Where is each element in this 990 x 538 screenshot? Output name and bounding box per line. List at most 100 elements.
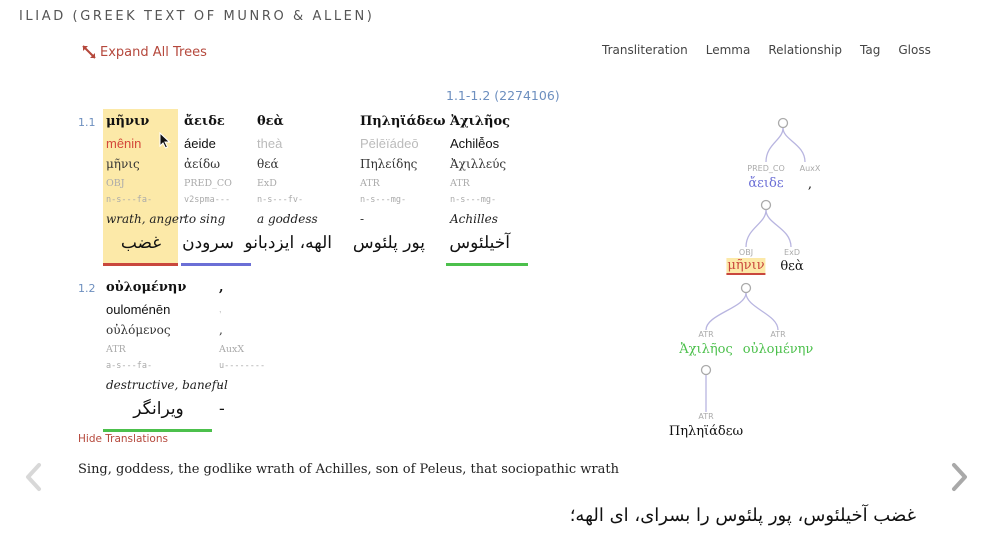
line-number[interactable]: 1.2 (78, 282, 96, 295)
lemma: μῆνις (106, 157, 140, 171)
english-translation: Sing, goddess, the godlike wrath of Achi… (78, 462, 619, 477)
alignment-underline-green (103, 429, 212, 432)
transliteration: theà (257, 136, 283, 151)
morph-tag: u-------- (219, 361, 266, 371)
tree-node (700, 364, 712, 376)
tree-label: AuxX (799, 164, 821, 173)
transliteration: ouloménēn (106, 302, 171, 317)
lemma: Πηλείδης (360, 157, 418, 171)
tree-node (760, 199, 772, 211)
transliteration: Achilê̄os (450, 136, 500, 151)
word-column[interactable]: Ἀχιλῆος Achilê̄os Ἀχιλλεύς ATR n-s---mg-… (449, 110, 522, 257)
greek-word[interactable]: , (219, 276, 291, 299)
transliteration: , (219, 304, 222, 314)
relationship: PRED_CO (184, 178, 232, 189)
farsi-translation: آخیلئوس (449, 233, 510, 253)
morph-tag: n-s---mg- (360, 195, 407, 205)
root-node (777, 117, 789, 129)
gloss: - (219, 378, 224, 392)
word-column[interactable]: θεὰ theà θεά ExD n-s---fv- a goddess اله… (244, 110, 332, 257)
farsi-translation: پور پلئوس (352, 233, 425, 253)
toggle-tag[interactable]: Tag (860, 43, 880, 57)
toggle-lemma[interactable]: Lemma (706, 43, 751, 57)
lemma: οὐλόμενος (106, 323, 171, 337)
greek-word[interactable]: ἄειδε (184, 110, 256, 133)
morph-tag: n-s---fv- (257, 195, 304, 205)
toggle-transliteration[interactable]: Transliteration (602, 43, 688, 57)
tree-label: ExD (784, 248, 800, 257)
morph-tag: a-s---fa- (106, 361, 153, 371)
tree-word[interactable]: Πηληϊάδεω (669, 424, 743, 439)
gloss: Achilles (450, 212, 498, 226)
tree-label: ATR (698, 412, 714, 421)
tree-edges (700, 117, 806, 412)
toggle-gloss[interactable]: Gloss (898, 43, 930, 57)
farsi-translation: الهه، ایزدبانو (244, 233, 332, 253)
gloss: a goddess (257, 212, 318, 226)
tree-word[interactable]: Ἀχιλῆος (679, 342, 733, 357)
gloss: destructive, baneful (106, 378, 228, 392)
tree-word[interactable]: ἄειδε (748, 176, 783, 191)
tree-label: ATR (770, 330, 786, 339)
greek-word[interactable]: Πηληϊάδεω (360, 110, 446, 133)
farsi-translation: - (219, 399, 225, 419)
lemma: , (219, 323, 223, 337)
transliteration: áeide (184, 136, 216, 151)
greek-word[interactable]: θεὰ (257, 110, 329, 133)
tree-word-selected[interactable]: μῆνιν (726, 258, 766, 275)
alignment-underline-red (103, 263, 178, 266)
hide-translations-link[interactable]: Hide Translations (78, 433, 168, 445)
relationship: ATR (106, 344, 126, 355)
alignment-underline-blue (181, 263, 251, 266)
alignment-underline-green (446, 263, 528, 266)
tree-edge (705, 292, 747, 331)
toggle-relationship[interactable]: Relationship (768, 43, 842, 57)
lemma: Ἀχιλλεύς (450, 157, 507, 171)
word-column[interactable]: Πηληϊάδεω Pēlēïádeō Πηλείδης ATR n-s---m… (352, 110, 446, 257)
greek-word[interactable]: Ἀχιλῆος (450, 110, 522, 133)
lemma: ἀείδω (184, 157, 221, 171)
chevron-right-icon[interactable] (951, 462, 969, 492)
page-title: ILIAD (GREEK TEXT OF MUNRO & ALLEN) (19, 9, 375, 24)
relationship: OBJ (106, 178, 125, 189)
tree-edge (745, 292, 779, 331)
relationship: AuxX (219, 344, 245, 355)
word-column[interactable]: , , , AuxX u-------- - - (219, 276, 291, 423)
chevron-left-icon[interactable] (24, 462, 42, 492)
tree-edge (782, 127, 806, 163)
gloss: - (360, 212, 365, 226)
relationship: ExD (257, 178, 277, 189)
farsi-sentence-translation: غضب آخیلئوس، پور پلئوس را بسرای، ای الهه… (569, 505, 916, 526)
expand-all-trees-button[interactable]: Expand All Trees (81, 44, 207, 60)
farsi-translation: سرودن (182, 233, 234, 253)
transliteration: Pēlēïádeō (360, 136, 419, 151)
word-column[interactable]: οὐλομένην ouloménēn οὐλόμενος ATR a-s---… (106, 276, 228, 423)
greek-word[interactable]: οὐλομένην (106, 276, 186, 299)
morph-tag: v2spma--- (184, 195, 231, 205)
farsi-translation: ویرانگر (133, 399, 184, 419)
line-number[interactable]: 1.1 (78, 116, 96, 129)
morph-tag: n-s---mg- (450, 195, 497, 205)
tree-word[interactable]: , (808, 177, 812, 192)
relationship: ATR (360, 178, 380, 189)
tree-edge (745, 209, 767, 248)
tree-label: PRED_CO (747, 164, 785, 173)
expand-arrows-icon (82, 45, 96, 59)
gloss: to sing (184, 212, 226, 226)
tree-edge (765, 209, 792, 248)
tree-word[interactable]: θεὰ (780, 259, 803, 274)
tree-edge (765, 127, 784, 163)
tree-word[interactable]: οὐλομένην (743, 342, 814, 357)
tree-node (740, 282, 752, 294)
relationship: ATR (450, 178, 470, 189)
mouse-cursor-icon (159, 132, 171, 149)
morph-tag: n-s---fa- (106, 195, 153, 205)
passage-reference[interactable]: 1.1-1.2 (2274106) (446, 88, 560, 103)
lemma: θεά (257, 157, 279, 171)
display-toolbar: Transliteration Lemma Relationship Tag G… (602, 43, 949, 57)
gloss: wrath, anger (106, 212, 185, 226)
greek-word[interactable]: μῆνιν (106, 110, 178, 133)
syntax-tree: PRED_CO ἄειδε AuxX , OBJ μῆνιν ExD θεὰ A… (640, 110, 920, 450)
farsi-translation: غضب (120, 233, 162, 253)
tree-label: OBJ (738, 248, 754, 257)
